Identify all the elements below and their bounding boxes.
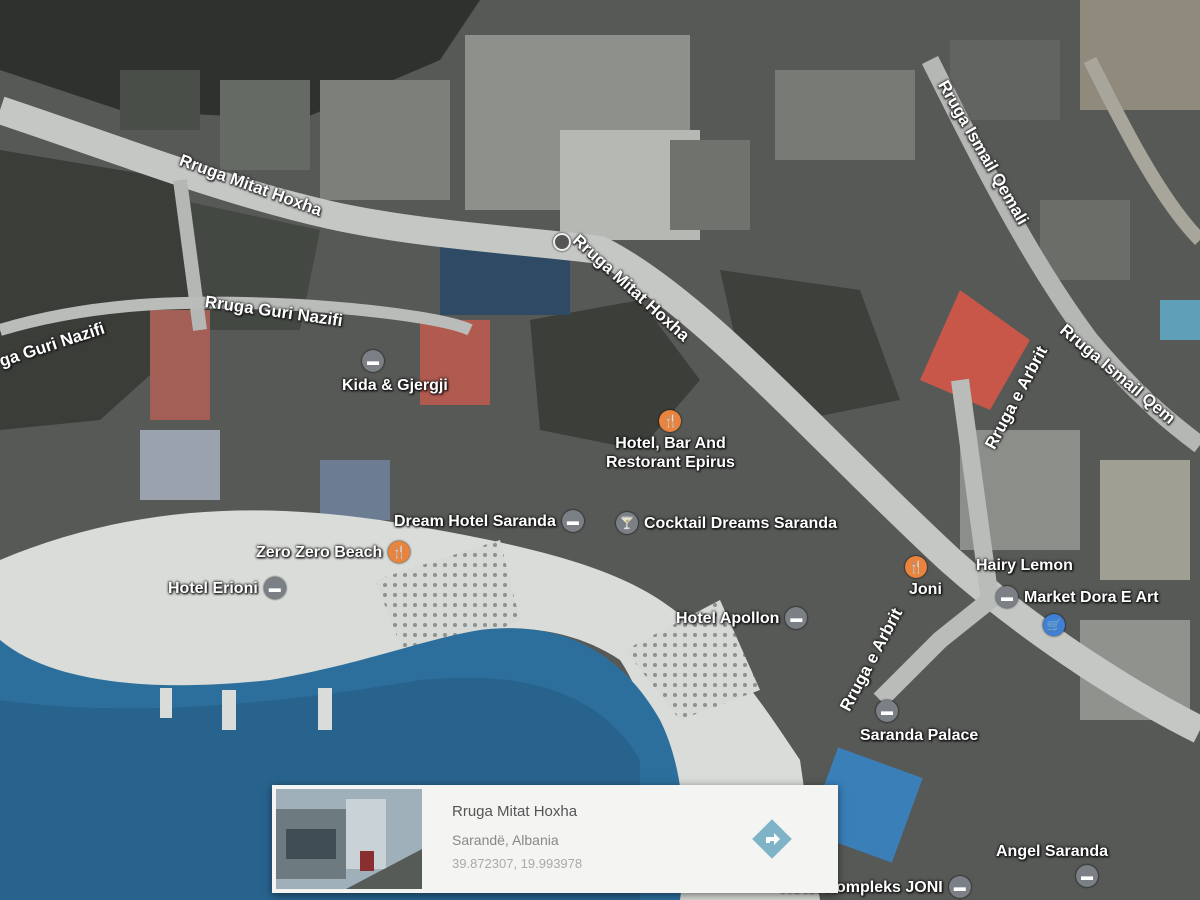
directions-arrow-icon [752, 819, 792, 859]
poi-hotel-apollon[interactable]: Hotel Apollon ▬ [676, 607, 808, 629]
bed-icon: ▬ [263, 577, 286, 599]
location-pin-icon [553, 233, 571, 251]
poi-zero-zero-beach[interactable]: Zero Zero Beach 🍴 [256, 541, 411, 563]
bed-icon: ▬ [876, 700, 898, 722]
poi-market-dora-e-art[interactable]: ▬ Market Dora E Art [996, 586, 1159, 608]
poi-label: Dream Hotel Saranda [394, 512, 556, 530]
poi-label: Market Dora E Art [1024, 588, 1159, 606]
street-view-image [276, 789, 422, 889]
poi-label: Hairy Lemon [976, 557, 1073, 574]
fork-knife-icon: 🍴 [659, 410, 682, 432]
poi-label: Kida & Gjergji [342, 377, 448, 394]
poi-label: Cocktail Dreams Saranda [644, 514, 837, 532]
bed-icon: ▬ [785, 607, 808, 629]
shopping-cart-icon: 🛒 [1043, 614, 1065, 636]
cocktail-icon: 🍸 [616, 512, 638, 534]
poi-label: Hotel Apollon [676, 609, 780, 627]
poi-hairy-lemon[interactable]: Hairy Lemon [976, 556, 1073, 575]
map-imagery [0, 0, 1200, 900]
poi-label: Hotel, Bar And Restorant Epirus [606, 435, 735, 471]
bed-icon: ▬ [996, 586, 1018, 608]
poi-kida-gjergji[interactable]: ▬ Kida & Gjergji [342, 350, 448, 395]
bed-icon: ▬ [362, 350, 384, 372]
poi-hotel-erioni[interactable]: Hotel Erioni ▬ [168, 577, 286, 599]
poi-saranda-palace[interactable]: ▬ Saranda Palace [860, 700, 978, 745]
location-pin[interactable] [553, 233, 571, 251]
poi-label: Hotel Erioni [168, 579, 258, 597]
place-info-card[interactable]: Rruga Mitat Hoxha Sarandë, Albania 39.87… [272, 785, 838, 893]
satellite-map[interactable]: Rruga Mitat Hoxha Rruga Mitat Hoxha Rrug… [0, 0, 1200, 900]
poi-angel-saranda[interactable]: Angel Saranda ▬ [996, 842, 1108, 887]
poi-joni[interactable]: 🍴 Joni [905, 556, 942, 599]
bed-icon: ▬ [948, 876, 971, 898]
street-view-thumbnail[interactable] [276, 789, 422, 889]
fork-knife-icon: 🍴 [388, 541, 411, 563]
poi-dream-hotel-saranda[interactable]: Dream Hotel Saranda ▬ [394, 510, 584, 532]
poi-cocktail-dreams-saranda[interactable]: 🍸 Cocktail Dreams Saranda [616, 512, 837, 534]
bed-icon: ▬ [561, 510, 584, 532]
fork-knife-icon: 🍴 [905, 556, 927, 578]
poi-hotel-epirus[interactable]: 🍴 Hotel, Bar And Restorant Epirus [606, 410, 735, 472]
poi-label: Joni [909, 581, 942, 598]
poi-label: Saranda Palace [860, 727, 979, 744]
poi-label: Zero Zero Beach [256, 543, 383, 561]
place-title: Rruga Mitat Hoxha [452, 803, 578, 820]
directions-button[interactable] [752, 819, 792, 859]
poi-market[interactable]: 🛒 [1043, 614, 1065, 636]
poi-label: Angel Saranda [996, 843, 1109, 860]
bed-icon: ▬ [1076, 865, 1098, 887]
